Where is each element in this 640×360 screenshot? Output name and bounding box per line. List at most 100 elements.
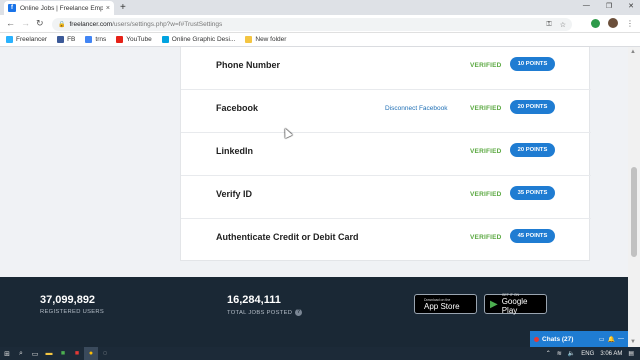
clock[interactable]: 3:06 AM: [600, 351, 622, 357]
total-jobs-label: TOTAL JOBS POSTED?: [227, 309, 303, 316]
bookmark-label: Freelancer: [16, 36, 48, 43]
freelancer-bookmark-icon: [6, 36, 13, 43]
verification-label: Facebook: [216, 103, 259, 113]
disconnect-facebook-link[interactable]: Disconnect Facebook: [385, 105, 448, 112]
youtube-bookmark-icon: [116, 36, 124, 43]
tab-close-icon[interactable]: ×: [106, 5, 110, 12]
scroll-up-icon[interactable]: ▲: [630, 49, 636, 55]
registered-users-stat: 37,099,892 REGISTERED USERS: [40, 294, 104, 315]
freelancer-favicon-icon: f: [8, 4, 16, 12]
bookmark-new-folder[interactable]: New folder: [245, 36, 286, 43]
stat-caption: TOTAL JOBS POSTED: [227, 309, 293, 316]
back-icon[interactable]: ←: [6, 18, 15, 28]
close-window-icon[interactable]: ✕: [628, 2, 634, 10]
google-play-icon: ▶: [490, 298, 498, 310]
app-icon[interactable]: ■: [70, 347, 84, 360]
verification-row-facebook: Facebook Disconnect Facebook VERIFIED 20…: [181, 90, 591, 133]
points-badge: 35 POINTS: [510, 186, 555, 200]
total-jobs-stat: 16,284,111 TOTAL JOBS POSTED?: [227, 294, 303, 316]
minimize-chat-icon[interactable]: —: [618, 336, 624, 342]
minimize-icon[interactable]: —: [583, 2, 590, 10]
file-explorer-icon[interactable]: ▬: [42, 347, 56, 360]
chats-label: Chats (27): [542, 335, 574, 343]
notification-bell-icon[interactable]: 🔔: [608, 336, 615, 343]
tab-title: Online Jobs | Freelance Employ...: [20, 4, 103, 12]
trust-settings-card: Phone Number VERIFIED 10 POINTS Facebook…: [180, 47, 591, 262]
app-store-big: App Store: [424, 301, 460, 311]
app-store-button[interactable]: Download on the App Store: [414, 294, 477, 314]
globe-bookmark-icon: [161, 36, 169, 43]
bookmark-label: YouTube: [126, 36, 152, 43]
verified-status: VERIFIED: [470, 105, 502, 112]
bookmark-label: New folder: [255, 36, 287, 43]
bookmark-trns[interactable]: trns: [85, 36, 106, 43]
key-icon[interactable]: ⚿: [546, 21, 551, 29]
points-badge: 10 POINTS: [510, 57, 555, 71]
profile-avatar[interactable]: [608, 18, 618, 28]
verification-label: LinkedIn: [216, 146, 254, 156]
page-scrollbar[interactable]: ▲ ▼: [628, 47, 640, 347]
bookmark-label: trns: [95, 36, 107, 43]
url-host: freelancer.com: [69, 21, 113, 28]
verification-row-phone: Phone Number VERIFIED 10 POINTS: [181, 47, 591, 90]
chrome-icon[interactable]: ●: [84, 347, 98, 360]
bookmark-online-graphic[interactable]: Online Graphic Desi...: [161, 36, 236, 43]
reload-icon[interactable]: ↻: [36, 18, 44, 29]
windows-taskbar: ⊞ ⌕ ▭ ▬ ■ ■ ● ◌ ⌃ ≋ 🔈 ENG 3:06 AM ▤: [0, 347, 640, 360]
registered-users-count: 37,099,892: [40, 294, 96, 306]
verification-label: Verify ID: [216, 189, 253, 199]
app-icon[interactable]: ◌: [98, 347, 112, 360]
online-status-icon: [534, 336, 539, 342]
bookmark-label: FB: [67, 36, 76, 43]
restore-icon[interactable]: ❐: [606, 2, 612, 10]
extension-icon[interactable]: [591, 18, 600, 28]
points-badge: 20 POINTS: [510, 143, 555, 157]
menu-dots-icon[interactable]: ⋮: [626, 19, 634, 28]
verification-row-verify-id: Verify ID VERIFIED 35 POINTS: [181, 176, 591, 219]
verification-row-credit-card: Authenticate Credit or Debit Card VERIFI…: [181, 219, 591, 262]
new-tab-button[interactable]: +: [120, 1, 126, 14]
chat-window-icon[interactable]: ▭: [599, 336, 605, 343]
windows-start-icon[interactable]: ⊞: [0, 347, 14, 360]
scrollbar-thumb[interactable]: [631, 167, 637, 257]
tray-up-arrow-icon[interactable]: ⌃: [546, 350, 551, 357]
volume-icon[interactable]: 🔈: [568, 350, 575, 357]
scroll-down-icon[interactable]: ▼: [630, 339, 636, 345]
total-jobs-count: 16,284,111: [227, 294, 281, 306]
search-icon[interactable]: ⌕: [14, 347, 28, 360]
facebook-bookmark-icon: [57, 36, 65, 43]
bookmark-label: Online Graphic Desi...: [171, 36, 236, 43]
verification-label: Phone Number: [216, 60, 281, 70]
translate-bookmark-icon: [85, 36, 93, 43]
window-controls: — ❐ ✕: [583, 2, 634, 10]
address-bar[interactable]: 🔒 freelancer.com/users/settings.php?w=f#…: [52, 18, 572, 31]
verification-label: Authenticate Credit or Debit Card: [216, 232, 359, 242]
bookmark-star-icon[interactable]: ☆: [560, 21, 566, 29]
wifi-icon[interactable]: ≋: [557, 350, 562, 357]
chats-button[interactable]: Chats (27) ▭ 🔔 —: [530, 331, 628, 347]
stat-caption: REGISTERED USERS: [40, 309, 105, 315]
forward-icon[interactable]: →: [21, 18, 30, 28]
help-icon[interactable]: ?: [295, 309, 303, 316]
task-view-icon[interactable]: ▭: [28, 347, 42, 360]
url-path: /users/settings.php?w=f#TrustSettings: [112, 21, 223, 28]
bookmark-freelancer[interactable]: Freelancer: [6, 36, 47, 43]
verified-status: VERIFIED: [470, 234, 502, 241]
browser-toolbar: ← → ↻ 🔒 freelancer.com/users/settings.ph…: [0, 15, 640, 33]
google-play-big: Google Play: [501, 297, 528, 315]
app-icon[interactable]: ■: [56, 347, 70, 360]
registered-users-label: REGISTERED USERS: [40, 309, 104, 315]
bookmarks-bar: Freelancer FB trns YouTube Online Graphi…: [0, 33, 640, 47]
verified-status: VERIFIED: [470, 62, 502, 69]
bookmark-fb[interactable]: FB: [57, 36, 75, 43]
points-badge: 45 POINTS: [510, 229, 555, 243]
notifications-icon[interactable]: ▤: [628, 350, 634, 357]
google-play-button[interactable]: ▶ GET IT ON Google Play: [484, 293, 547, 315]
points-badge: 20 POINTS: [510, 100, 555, 114]
language-indicator[interactable]: ENG: [581, 351, 594, 357]
bookmark-youtube[interactable]: YouTube: [116, 36, 152, 43]
page-content: Phone Number VERIFIED 10 POINTS Facebook…: [0, 47, 628, 347]
verified-status: VERIFIED: [470, 191, 502, 198]
browser-tab[interactable]: f Online Jobs | Freelance Employ... ×: [4, 1, 114, 15]
lock-icon: 🔒: [58, 22, 66, 28]
